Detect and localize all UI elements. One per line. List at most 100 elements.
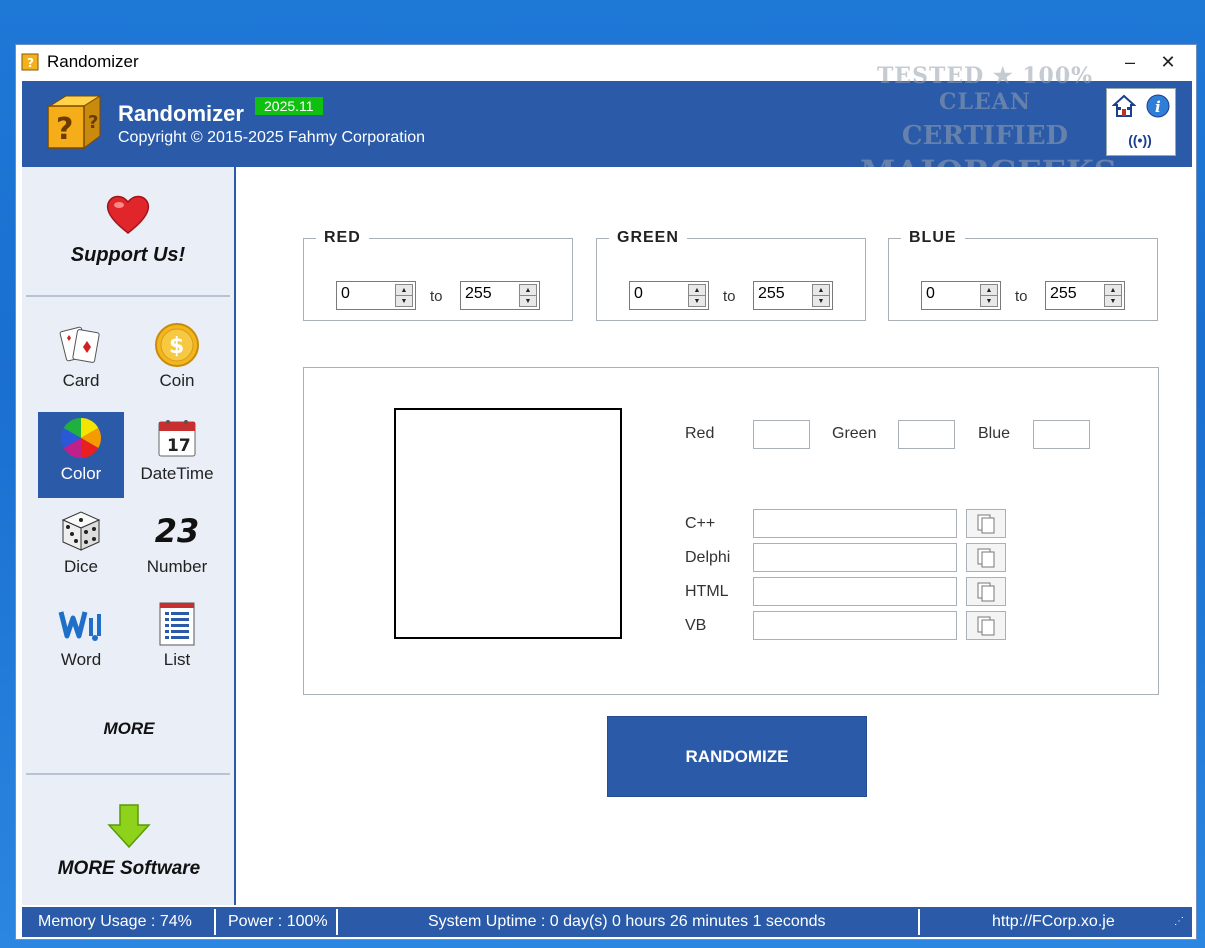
more-software-button[interactable]: MORE Software bbox=[22, 803, 236, 880]
resize-grip-icon[interactable]: ⋰ bbox=[1174, 907, 1184, 937]
sidebar-item-label: Color bbox=[60, 464, 102, 483]
spin-down-icon[interactable]: ▼ bbox=[689, 296, 705, 307]
red-to-label: to bbox=[430, 288, 443, 305]
blue-range-group: BLUE 0 ▲ ▼ to 255 ▲ ▼ bbox=[888, 229, 1158, 321]
rss-icon[interactable]: ((•)) bbox=[1125, 125, 1155, 155]
copy-delphi-button[interactable] bbox=[966, 543, 1006, 572]
blue-to-value: 255 bbox=[1050, 285, 1077, 302]
green-range-group: GREEN 0 ▲ ▼ to 255 ▲ ▼ bbox=[596, 229, 866, 321]
svg-text:$: $ bbox=[169, 334, 184, 359]
sidebar-item-color[interactable]: Color bbox=[38, 412, 124, 498]
blue-value-label: Blue bbox=[978, 425, 1011, 442]
red-value-field[interactable] bbox=[753, 420, 810, 449]
copy-icon bbox=[977, 582, 995, 601]
more-software-label: MORE Software bbox=[57, 858, 201, 879]
svg-text:?: ? bbox=[27, 56, 34, 70]
spin-down-icon[interactable]: ▼ bbox=[981, 296, 997, 307]
red-from-spinner[interactable]: 0 ▲ ▼ bbox=[336, 281, 416, 310]
blue-range-title: BLUE bbox=[909, 229, 957, 246]
green-value-field[interactable] bbox=[898, 420, 955, 449]
power-status: Power : 100% bbox=[228, 913, 328, 930]
question-block-logo-icon: ? ? bbox=[47, 95, 102, 149]
sidebar-item-card[interactable]: Card bbox=[38, 319, 124, 405]
status-separator bbox=[336, 909, 338, 935]
spin-up-icon[interactable]: ▲ bbox=[396, 285, 412, 296]
app-window: ? Randomizer – ✕ ? ? Randomizer 2025.11 … bbox=[15, 44, 1197, 940]
version-badge: 2025.11 bbox=[255, 97, 323, 115]
sidebar-item-label: Dice bbox=[63, 557, 98, 576]
coin-icon: $ bbox=[155, 323, 199, 367]
green-to-spinner[interactable]: 255 ▲ ▼ bbox=[753, 281, 833, 310]
window-title: Randomizer bbox=[47, 52, 139, 71]
sidebar: Support Us! Card $ Coin Color 17 DateTim… bbox=[22, 167, 236, 905]
memory-usage-status: Memory Usage : 74% bbox=[38, 913, 192, 930]
color-wheel-icon bbox=[61, 418, 101, 458]
sidebar-divider bbox=[26, 773, 230, 775]
main-panel: RED 0 ▲ ▼ to 255 ▲ ▼ GREEN 0 ▲ ▼ to 255 ▲ ▼ bbox=[238, 167, 1192, 905]
title-bar: ? Randomizer – ✕ bbox=[16, 45, 1196, 79]
blue-from-value: 0 bbox=[926, 285, 935, 302]
red-range-title: RED bbox=[324, 229, 361, 246]
html-code-field[interactable] bbox=[753, 577, 957, 606]
red-from-value: 0 bbox=[341, 285, 350, 302]
spin-up-icon[interactable]: ▲ bbox=[689, 285, 705, 296]
dice-icon bbox=[61, 511, 101, 551]
sidebar-item-word[interactable]: Word bbox=[38, 598, 124, 684]
copy-html-button[interactable] bbox=[966, 577, 1006, 606]
copy-cpp-button[interactable] bbox=[966, 509, 1006, 538]
spin-up-icon[interactable]: ▲ bbox=[981, 285, 997, 296]
app-header: ? ? Randomizer 2025.11 Copyright © 2015-… bbox=[22, 63, 1192, 212]
sidebar-divider bbox=[26, 295, 230, 297]
minimize-button[interactable]: – bbox=[1112, 49, 1148, 75]
copy-vb-button[interactable] bbox=[966, 611, 1006, 640]
spin-up-icon[interactable]: ▲ bbox=[1105, 285, 1121, 296]
red-to-value: 255 bbox=[465, 285, 492, 302]
spin-up-icon[interactable]: ▲ bbox=[520, 285, 536, 296]
sidebar-item-list[interactable]: List bbox=[134, 598, 220, 684]
blue-value-field[interactable] bbox=[1033, 420, 1090, 449]
sidebar-item-datetime[interactable]: 17 DateTime bbox=[134, 412, 220, 498]
vb-code-field[interactable] bbox=[753, 611, 957, 640]
status-bar: Memory Usage : 74% Power : 100% System U… bbox=[22, 907, 1192, 937]
red-to-spinner[interactable]: 255 ▲ ▼ bbox=[460, 281, 540, 310]
delphi-code-field[interactable] bbox=[753, 543, 957, 572]
sidebar-item-label: Card bbox=[62, 371, 100, 390]
blue-to-spinner[interactable]: 255 ▲ ▼ bbox=[1045, 281, 1125, 310]
cpp-code-field[interactable] bbox=[753, 509, 957, 538]
spin-up-icon[interactable]: ▲ bbox=[813, 285, 829, 296]
website-link[interactable]: http://FCorp.xo.je bbox=[992, 907, 1115, 937]
app-name: Randomizer bbox=[118, 101, 244, 126]
sidebar-item-coin[interactable]: $ Coin bbox=[134, 319, 220, 405]
green-from-spinner[interactable]: 0 ▲ ▼ bbox=[629, 281, 709, 310]
sidebar-item-label: DateTime bbox=[140, 464, 214, 483]
green-to-label: to bbox=[723, 288, 736, 305]
color-result-panel: Red Green Blue C++ Delphi HTML VB bbox=[303, 367, 1159, 695]
green-from-value: 0 bbox=[634, 285, 643, 302]
green-value-label: Green bbox=[832, 425, 877, 442]
support-us-button[interactable]: Support Us! bbox=[22, 167, 234, 297]
spin-down-icon[interactable]: ▼ bbox=[1105, 296, 1121, 307]
home-icon[interactable] bbox=[1109, 91, 1139, 121]
green-range-title: GREEN bbox=[617, 229, 679, 246]
info-icon[interactable]: i bbox=[1143, 91, 1173, 121]
app-icon: ? bbox=[21, 53, 39, 71]
html-label: HTML bbox=[685, 583, 729, 600]
svg-text:i: i bbox=[1155, 98, 1161, 116]
sidebar-item-number[interactable]: 23 Number bbox=[134, 505, 220, 591]
uptime-status: System Uptime : 0 day(s) 0 hours 26 minu… bbox=[428, 913, 826, 930]
copyright-text: Copyright © 2015-2025 Fahmy Corporation bbox=[118, 129, 426, 146]
status-separator bbox=[214, 909, 216, 935]
spin-down-icon[interactable]: ▼ bbox=[813, 296, 829, 307]
calendar-icon: 17 bbox=[158, 420, 196, 457]
blue-from-spinner[interactable]: 0 ▲ ▼ bbox=[921, 281, 1001, 310]
green-to-value: 255 bbox=[758, 285, 785, 302]
spin-down-icon[interactable]: ▼ bbox=[520, 296, 536, 307]
svg-text:?: ? bbox=[88, 112, 98, 133]
more-button[interactable]: MORE bbox=[22, 719, 236, 739]
spin-down-icon[interactable]: ▼ bbox=[396, 296, 412, 307]
close-button[interactable]: ✕ bbox=[1150, 49, 1186, 75]
randomize-button[interactable]: RANDOMIZE bbox=[607, 716, 867, 797]
color-swatch bbox=[394, 408, 622, 639]
sidebar-item-dice[interactable]: Dice bbox=[38, 505, 124, 591]
sidebar-item-label: Coin bbox=[159, 371, 195, 390]
